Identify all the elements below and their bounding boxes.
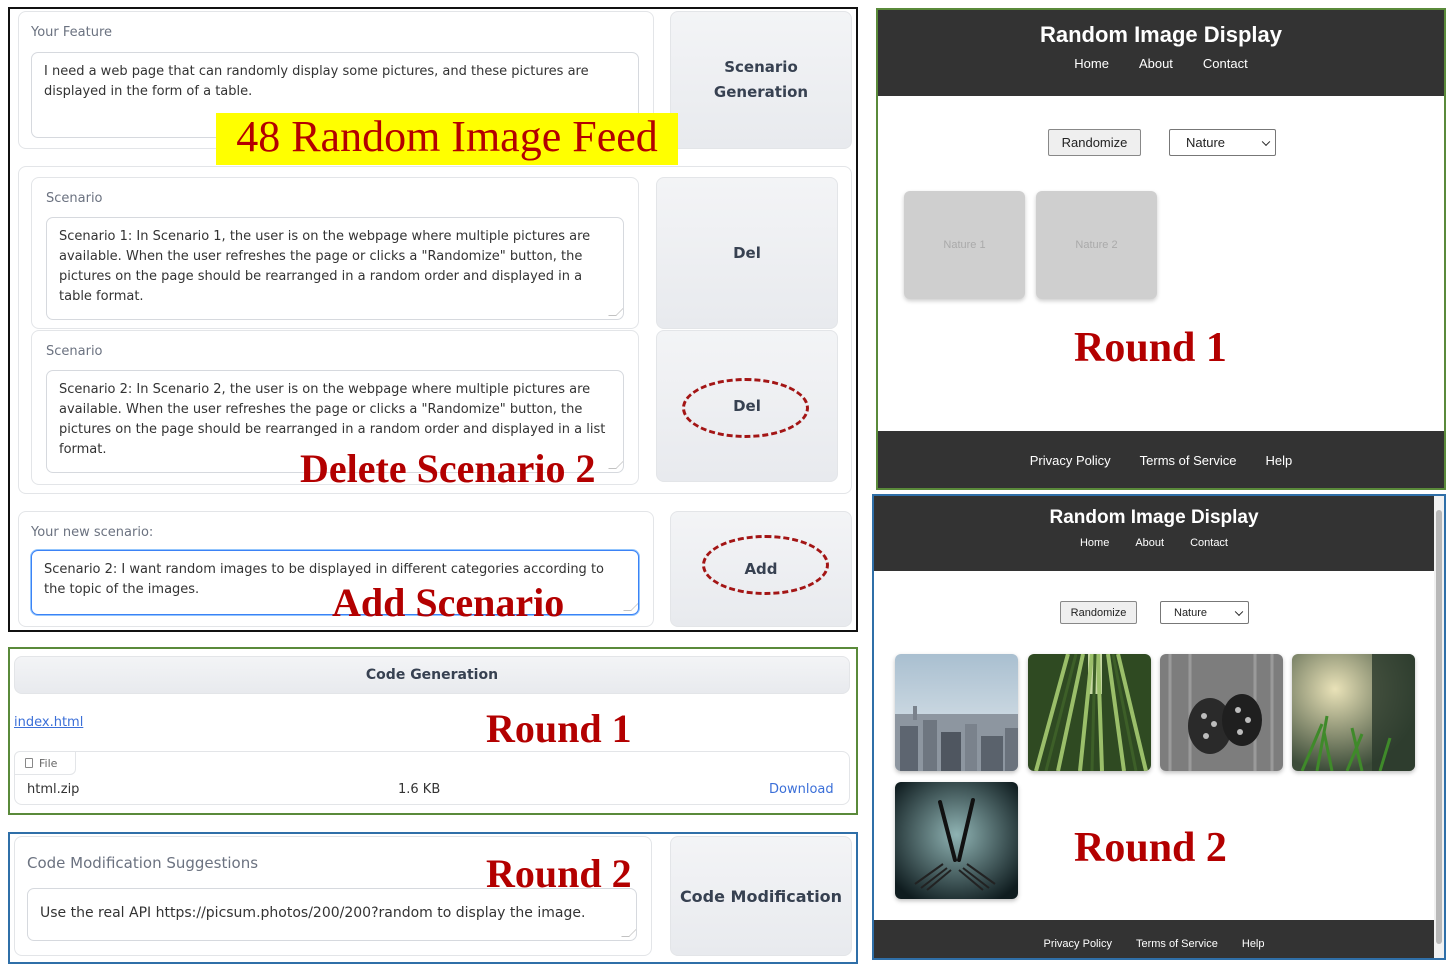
nav-contact[interactable]: Contact bbox=[1203, 56, 1248, 71]
footer-privacy-link[interactable]: Privacy Policy bbox=[1030, 453, 1111, 468]
delete-scenario-annotation: Delete Scenario 2 bbox=[300, 446, 596, 491]
chevron-down-icon bbox=[1261, 137, 1271, 146]
file-icon bbox=[25, 758, 33, 768]
nav-contact[interactable]: Contact bbox=[1190, 537, 1228, 549]
nav-about[interactable]: About bbox=[1135, 537, 1164, 549]
site-footer: Privacy Policy Terms of Service Help bbox=[874, 920, 1434, 958]
scenario-1-input[interactable]: Scenario 1: In Scenario 1, the user is o… bbox=[46, 217, 624, 320]
photo-pinecones bbox=[1160, 654, 1283, 771]
scenario-generation-label: Scenario Generation bbox=[713, 58, 809, 101]
footer-terms-link[interactable]: Terms of Service bbox=[1136, 938, 1218, 950]
category-select-value: Nature bbox=[1186, 135, 1226, 150]
file-tab-label: File bbox=[39, 756, 58, 770]
footer-help-link[interactable]: Help bbox=[1242, 938, 1265, 950]
nav-home[interactable]: Home bbox=[1074, 56, 1109, 71]
image-tile-2: Nature 2 bbox=[1036, 191, 1157, 299]
site-header: Random Image Display Home About Contact bbox=[878, 10, 1444, 96]
code-modification-button[interactable]: Code Modification bbox=[670, 836, 852, 956]
category-select-value: Nature bbox=[1174, 606, 1208, 619]
banner-title-text: 48 Random Image Feed bbox=[236, 112, 658, 161]
code-modification-panel: Code Modification Suggestions Use the re… bbox=[8, 832, 858, 964]
image-tile-1: Nature 1 bbox=[904, 191, 1025, 299]
modification-text: Use the real API https://picsum.photos/2… bbox=[40, 905, 586, 921]
photo-bamboo bbox=[1028, 654, 1151, 771]
site-header: Random Image Display Home About Contact bbox=[874, 496, 1434, 571]
resize-grip-icon[interactable] bbox=[608, 461, 623, 469]
nav-about[interactable]: About bbox=[1139, 56, 1173, 71]
round2-code-annotation: Round 2 bbox=[486, 851, 632, 896]
photo-grass bbox=[1292, 654, 1415, 771]
chevron-down-icon bbox=[1234, 607, 1244, 616]
del-scenario-1-button[interactable]: Del bbox=[656, 177, 838, 329]
scenario-generation-button[interactable]: Scenario Generation bbox=[670, 11, 852, 149]
scrollbar[interactable] bbox=[1434, 496, 1444, 958]
download-link[interactable]: Download bbox=[769, 782, 834, 797]
scenario-2-label: Scenario bbox=[46, 344, 103, 359]
add-highlight-ellipse bbox=[702, 535, 829, 595]
scenario-panel: Your Feature I need a web page that can … bbox=[8, 7, 858, 632]
round1-code-annotation: Round 1 bbox=[486, 706, 632, 751]
footer-help-link[interactable]: Help bbox=[1265, 453, 1292, 468]
scenario-1-label: Scenario bbox=[46, 191, 103, 206]
category-select[interactable]: Nature bbox=[1169, 129, 1276, 156]
round2-site-annotation: Round 2 bbox=[1074, 825, 1227, 871]
randomize-button[interactable]: Randomize bbox=[1048, 129, 1141, 156]
round1-site: Random Image Display Home About Contact … bbox=[876, 8, 1446, 490]
modification-label: Code Modification Suggestions bbox=[27, 854, 259, 872]
site-nav: Home About Contact bbox=[874, 537, 1434, 549]
file-size: 1.6 KB bbox=[398, 782, 441, 797]
code-generation-button[interactable]: Code Generation bbox=[14, 656, 850, 694]
site-footer: Privacy Policy Terms of Service Help bbox=[878, 431, 1444, 488]
scrollbar-thumb[interactable] bbox=[1436, 510, 1442, 944]
footer-privacy-link[interactable]: Privacy Policy bbox=[1043, 938, 1111, 950]
round2-site: Random Image Display Home About Contact … bbox=[872, 494, 1446, 960]
index-html-link[interactable]: index.html bbox=[14, 715, 83, 730]
feature-label: Your Feature bbox=[31, 25, 113, 40]
photo-city bbox=[895, 654, 1018, 771]
randomize-button[interactable]: Randomize bbox=[1060, 601, 1137, 624]
category-select[interactable]: Nature bbox=[1160, 601, 1249, 624]
resize-grip-icon[interactable] bbox=[623, 603, 638, 611]
footer-terms-link[interactable]: Terms of Service bbox=[1140, 453, 1237, 468]
add-scenario-annotation: Add Scenario bbox=[332, 580, 565, 625]
round1-site-annotation: Round 1 bbox=[1074, 325, 1227, 371]
file-name: html.zip bbox=[27, 782, 80, 797]
site-title: Random Image Display bbox=[1039, 22, 1283, 47]
code-generation-panel: Code Generation index.html Round 1 File … bbox=[8, 647, 858, 815]
site-title: Random Image Display bbox=[1049, 507, 1259, 528]
del-highlight-ellipse bbox=[682, 378, 809, 438]
photo-forks bbox=[895, 782, 1018, 899]
site-nav: Home About Contact bbox=[878, 56, 1444, 71]
file-tab: File bbox=[14, 751, 76, 775]
new-scenario-label: Your new scenario: bbox=[31, 525, 154, 540]
nav-home[interactable]: Home bbox=[1080, 537, 1109, 549]
resize-grip-icon[interactable] bbox=[608, 308, 623, 316]
scenario-1-text: Scenario 1: In Scenario 1, the user is o… bbox=[59, 229, 591, 304]
resize-grip-icon[interactable] bbox=[621, 929, 636, 937]
